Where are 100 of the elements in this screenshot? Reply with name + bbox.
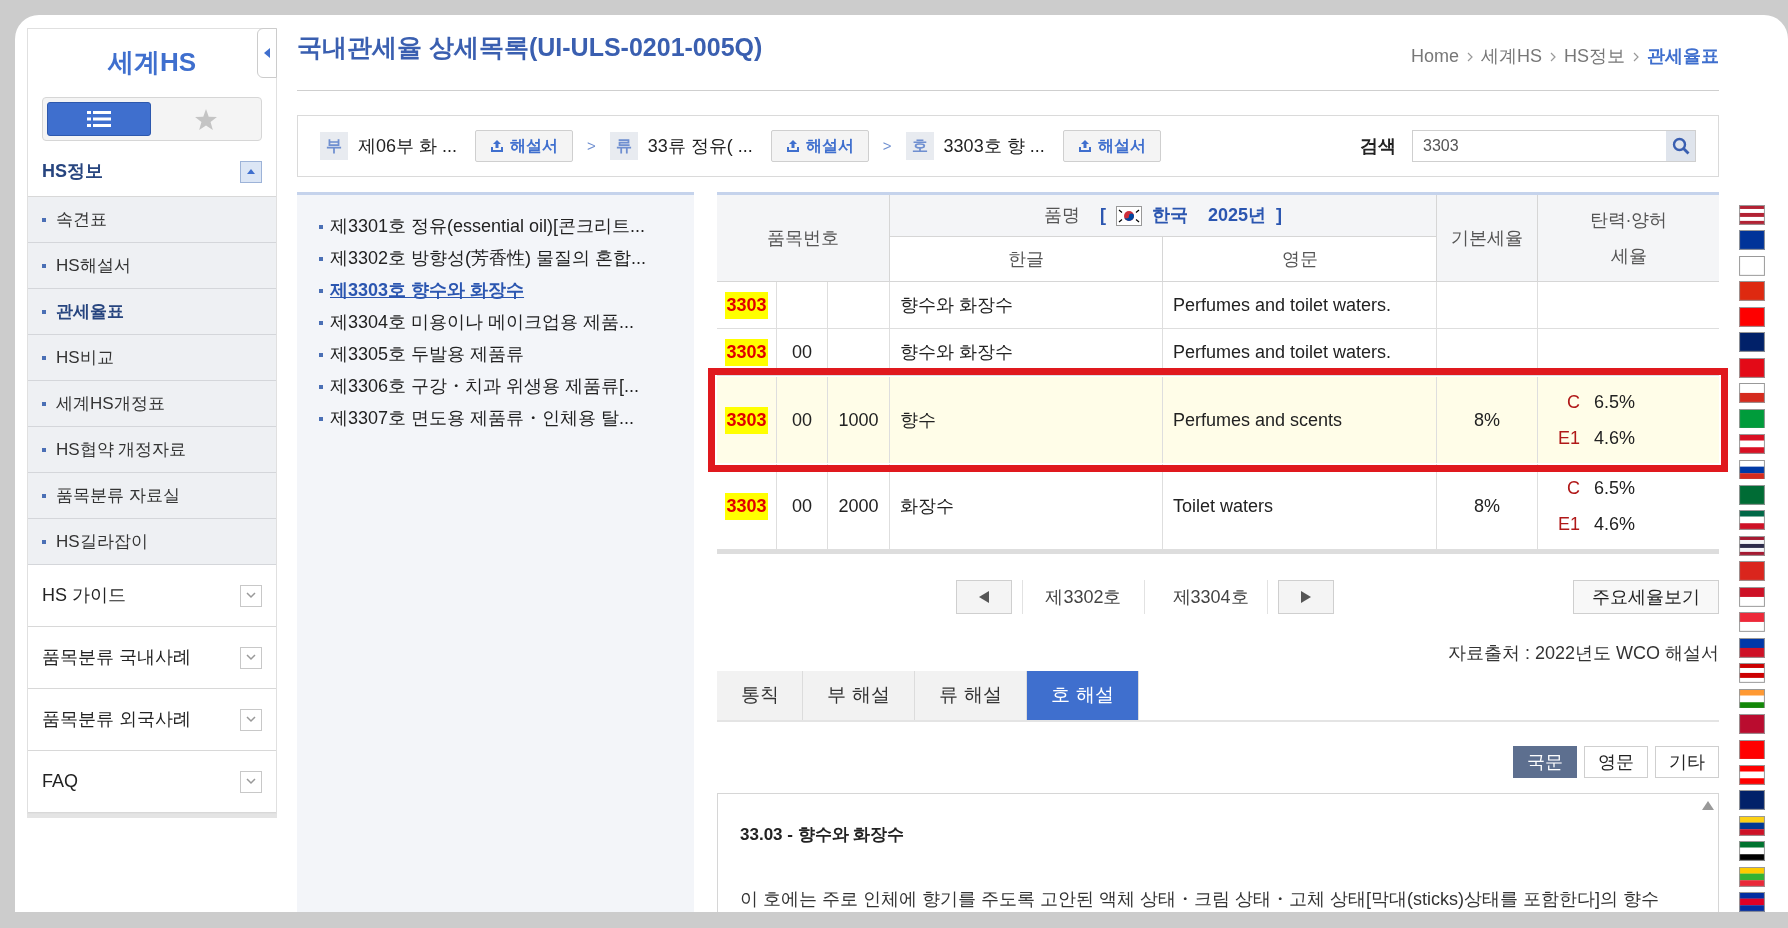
previous-link[interactable]: 제3302호	[1022, 580, 1145, 614]
chevron-down-icon	[246, 654, 256, 661]
table-cell-text: 00	[792, 340, 812, 364]
bullet-icon	[319, 256, 323, 261]
heading-link[interactable]: 제3302호 방향성(芳香性) 물질의 혼합...	[330, 245, 647, 272]
triangle-right-icon	[1300, 591, 1311, 603]
bullet-icon	[42, 493, 46, 498]
key-rates-button[interactable]: 주요세율보기	[1573, 580, 1719, 614]
list-icon	[87, 110, 111, 128]
rate-value: 4.6%	[1594, 513, 1636, 536]
breadcrumb-link[interactable]: 관세율표	[1647, 43, 1719, 70]
path-separator: >	[587, 135, 596, 156]
triangle-up-icon	[246, 168, 256, 175]
tab[interactable]: 부 해설	[803, 671, 915, 720]
breadcrumb-link[interactable]: HS정보	[1564, 43, 1625, 70]
chevron-right-icon	[1550, 51, 1556, 62]
chevron-down-icon	[246, 592, 256, 599]
scroll-up-icon[interactable]	[1702, 800, 1714, 810]
collapse-sidebar-button[interactable]	[257, 28, 277, 78]
menu-item[interactable]: 관세율표	[56, 298, 124, 325]
list-view-button[interactable]	[47, 102, 151, 136]
bullet-icon	[319, 352, 323, 357]
menu-item[interactable]: HS비교	[56, 344, 114, 371]
hs-code[interactable]: 3303	[725, 493, 768, 520]
path-label: 33류 정유( ...	[647, 134, 753, 158]
commentary-button[interactable]: 해설서	[770, 130, 869, 162]
hs-code[interactable]: 3303	[725, 406, 768, 434]
path-separator: >	[882, 135, 892, 156]
table-cell-text: 화장수	[900, 495, 954, 518]
commentary-heading: 33.03 - 향수와 화장수	[740, 824, 906, 846]
column-header: 탄력·양허 세율	[1588, 209, 1669, 268]
language-button[interactable]: 영문	[1584, 746, 1648, 778]
section-title[interactable]: FAQ	[42, 768, 78, 795]
path-label: 3303호 향 ...	[943, 134, 1045, 158]
heading-link[interactable]: 제3307호 면도용 제품류・인체용 탈...	[330, 405, 635, 432]
heading-link[interactable]: 제3304호 미용이나 메이크업용 제품...	[330, 309, 635, 336]
bullet-icon	[42, 309, 46, 314]
commentary-button[interactable]: 해설서	[475, 130, 574, 162]
chevron-down-icon	[246, 716, 256, 723]
table-cell-text: 2000	[838, 495, 879, 518]
heading-link[interactable]: 제3305호 두발용 제품류	[330, 341, 525, 368]
table-cell-text: 00	[792, 408, 812, 432]
table-cell-text: 1000	[838, 408, 879, 432]
source-note: 자료출처 : 2022년도 WCO 해설서	[1447, 642, 1719, 665]
bullet-icon	[42, 263, 46, 268]
bullet-icon	[42, 217, 46, 222]
commentary-button[interactable]: 해설서	[1062, 130, 1161, 162]
bullet-icon	[319, 288, 323, 293]
bullet-icon	[319, 320, 323, 325]
breadcrumb-link[interactable]: Home	[1410, 43, 1459, 70]
section-title[interactable]: HS 가이드	[42, 582, 126, 609]
bullet-icon	[319, 416, 323, 421]
table-cell-text: 향수	[900, 408, 936, 432]
heading-link[interactable]: 제3306호 구강・치과 위생용 제품류[...	[330, 373, 640, 400]
level-badge: 부	[320, 132, 348, 160]
column-header: 영문	[1163, 237, 1437, 281]
table-cell-text: 8%	[1474, 495, 1500, 518]
table-cell-text: Toilet waters	[1173, 495, 1274, 518]
search-label: 검색	[1360, 134, 1396, 158]
bullet-icon	[42, 401, 46, 406]
hs-code[interactable]: 3303	[725, 291, 768, 319]
table-cell-text: 00	[792, 495, 812, 518]
heading-link[interactable]: 제3303호 향수와 화장수	[330, 277, 525, 304]
bullet-icon	[42, 447, 46, 452]
tab[interactable]: 통칙	[717, 671, 803, 720]
bullet-icon	[319, 384, 323, 389]
next-link[interactable]: 제3304호	[1154, 580, 1268, 614]
commentary-text: 이 호에는 주로 인체에 향기를 주도록 고안된 액체 상태・크림 상태・고체 상태[막대(sticks)상태를 포함한다]의 향수	[740, 887, 1660, 911]
chevron-right-icon	[1466, 51, 1473, 62]
collapse-button[interactable]	[240, 160, 262, 183]
next-button[interactable]	[1277, 580, 1334, 614]
menu-item[interactable]: 속견표	[56, 206, 107, 233]
menu-item[interactable]: HS해설서	[56, 252, 131, 279]
star-icon	[195, 108, 217, 130]
previous-button[interactable]	[956, 580, 1013, 614]
section-title[interactable]: 품목분류 국내사례	[42, 644, 191, 671]
rate-type: E1	[1558, 513, 1580, 536]
table-cell-text: 8%	[1474, 408, 1500, 432]
hs-code[interactable]: 3303	[725, 338, 768, 366]
rate-type: C	[1566, 390, 1580, 414]
triangle-left-icon	[979, 591, 990, 603]
section-title[interactable]: HS정보	[42, 158, 103, 185]
rate-type: C	[1566, 477, 1580, 500]
tab[interactable]: 호 해설	[1027, 671, 1139, 720]
chevron-right-icon	[1633, 51, 1639, 62]
section-title[interactable]: 품목분류 외국사례	[42, 706, 191, 733]
language-button[interactable]: 국문	[1513, 746, 1577, 778]
heading-link[interactable]: 제3301호 정유(essential oil)[콘크리트...	[330, 213, 646, 240]
table-cell-text: Perfumes and toilet waters.	[1173, 340, 1392, 364]
tab[interactable]: 류 해설	[915, 671, 1027, 720]
level-badge: 류	[609, 132, 638, 160]
table-cell-text: Perfumes and toilet waters.	[1173, 293, 1392, 317]
breadcrumb-link[interactable]: 세계HS	[1480, 43, 1542, 70]
rate-value: 6.5%	[1594, 477, 1636, 500]
level-badge: 호	[905, 132, 934, 160]
table-cell-text: 향수와 화장수	[900, 293, 1013, 317]
upload-icon	[1077, 139, 1092, 153]
upload-icon	[785, 139, 800, 153]
bullet-icon	[42, 539, 46, 544]
language-button[interactable]: 기타	[1655, 746, 1719, 778]
